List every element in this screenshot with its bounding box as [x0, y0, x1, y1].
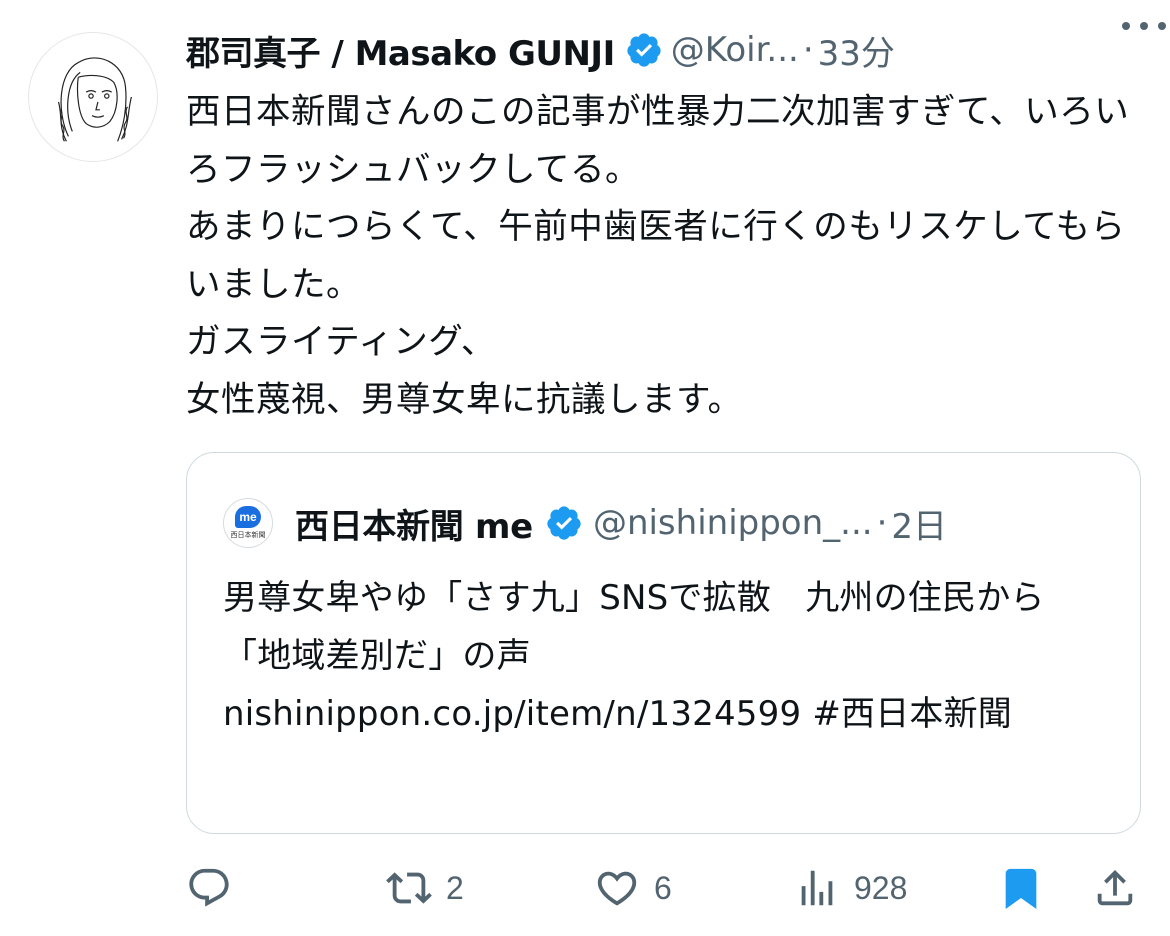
author-avatar[interactable]	[28, 32, 158, 162]
tweet-text: 西日本新聞さんのこの記事が性暴力二次加害すぎて、いろいろフラッシュバックしてる。…	[186, 92, 1130, 420]
reply-button[interactable]	[186, 858, 232, 918]
quoted-timestamp: 2日	[891, 506, 948, 547]
bookmark-button[interactable]	[998, 858, 1044, 918]
views-chart-icon	[801, 870, 833, 906]
quoted-verified-badge-icon	[545, 504, 583, 542]
quoted-avatar-badge: me	[235, 506, 261, 528]
views-count: 928	[854, 869, 908, 906]
like-button[interactable]: 6	[594, 858, 672, 918]
author-display-name[interactable]: 郡司真子 / Masako GUNJI	[186, 26, 615, 75]
quoted-tweet-text: 男尊女卑やゆ「さす九」SNSで拡散 九州の住民から「地域差別だ」の声 nishi…	[223, 578, 1045, 734]
quoted-separator-dot: ·	[876, 503, 888, 543]
author-handle[interactable]: @Koir...	[671, 30, 799, 70]
quoted-author-avatar: me 西日本新聞	[223, 498, 273, 548]
verified-badge-icon[interactable]	[625, 31, 663, 69]
tweet-timestamp[interactable]: 33分	[818, 26, 895, 75]
retweet-count: 2	[446, 869, 464, 906]
like-count: 6	[654, 869, 672, 906]
illustrated-portrait-icon	[57, 57, 132, 142]
heart-icon	[597, 871, 637, 906]
bookmark-filled-icon	[1005, 868, 1037, 909]
retweet-button[interactable]: 2	[386, 858, 464, 918]
retweet-icon	[386, 872, 432, 904]
quoted-avatar-caption: 西日本新聞	[230, 531, 266, 539]
more-options-icon[interactable]	[1122, 8, 1166, 44]
separator-dot: ·	[802, 30, 814, 70]
views-button[interactable]: 928	[794, 858, 907, 918]
quoted-tweet-card[interactable]: me 西日本新聞 西日本新聞 me @nishinippon_... · 2日 …	[186, 452, 1141, 834]
reply-icon	[189, 868, 229, 907]
quoted-author-handle: @nishinippon_...	[592, 503, 873, 543]
tweet-action-bar: 2 6 928	[186, 858, 1146, 918]
tweet-header: 郡司真子 / Masako GUNJI @Koir... · 33分	[186, 24, 1146, 76]
quoted-tweet-header: me 西日本新聞 西日本新聞 me @nishinippon_... · 2日	[223, 495, 1103, 551]
share-button[interactable]	[1092, 858, 1138, 918]
share-icon	[1097, 869, 1133, 906]
quoted-author-name: 西日本新聞 me	[295, 506, 533, 547]
